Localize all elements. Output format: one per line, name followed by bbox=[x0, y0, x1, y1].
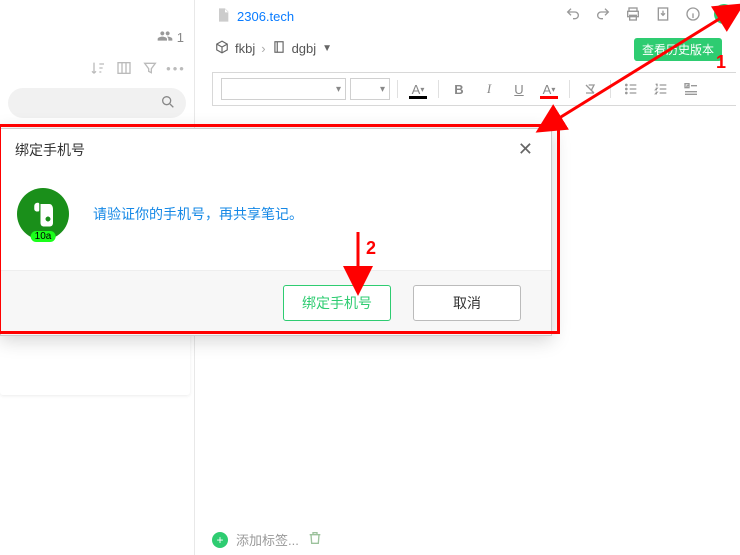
document-title-link[interactable]: 2306.tech bbox=[237, 9, 294, 24]
toolbar-divider bbox=[569, 80, 570, 98]
evernote-logo-icon: 10a bbox=[17, 188, 69, 240]
bullet-list-button[interactable] bbox=[618, 76, 644, 102]
view-history-button[interactable]: 查看历史版本 bbox=[634, 38, 722, 61]
cube-icon bbox=[215, 40, 229, 57]
italic-button[interactable]: I bbox=[476, 76, 502, 102]
tag-bar: + 添加标签... bbox=[212, 530, 323, 549]
trash-icon[interactable] bbox=[307, 530, 323, 549]
add-tag-label[interactable]: 添加标签... bbox=[236, 530, 299, 549]
font-color-button[interactable]: A▾ bbox=[405, 76, 431, 102]
undo-icon[interactable] bbox=[564, 5, 582, 23]
left-view-toolbar: ••• bbox=[90, 60, 184, 76]
breadcrumb-item-1[interactable]: fkbj bbox=[235, 41, 255, 56]
sort-icon[interactable] bbox=[90, 60, 106, 76]
search-icon bbox=[160, 94, 176, 113]
header-actions bbox=[564, 4, 734, 24]
toolbar-divider bbox=[397, 80, 398, 98]
people-icon bbox=[157, 28, 173, 47]
logo-badge: 10a bbox=[31, 231, 56, 242]
notebook-icon bbox=[272, 40, 286, 57]
breadcrumb: fkbj › dgbj ▼ bbox=[215, 40, 332, 57]
dialog-title: 绑定手机号 bbox=[15, 140, 85, 160]
share-count-row: 1 bbox=[157, 28, 184, 47]
underline-button[interactable]: U bbox=[506, 76, 532, 102]
dialog-header: 绑定手机号 ✕ bbox=[1, 129, 551, 166]
checklist-button[interactable] bbox=[678, 76, 704, 102]
add-tag-icon[interactable]: + bbox=[212, 532, 228, 548]
close-icon[interactable]: ✕ bbox=[514, 139, 537, 160]
dialog-message: 请验证你的手机号，再共享笔记。 bbox=[93, 204, 303, 224]
bind-phone-button[interactable]: 绑定手机号 bbox=[283, 285, 391, 321]
bind-phone-dialog: 绑定手机号 ✕ 10a 请验证你的手机号，再共享笔记。 绑定手机号 取消 bbox=[0, 128, 552, 336]
breadcrumb-separator: › bbox=[261, 41, 265, 56]
font-family-select[interactable]: ▾ bbox=[221, 78, 346, 100]
editor-toolbar: ▾ ▾ A▾ B I U A▾ bbox=[212, 72, 736, 106]
user-avatar-icon[interactable] bbox=[714, 4, 734, 24]
dialog-footer: 绑定手机号 取消 bbox=[1, 270, 551, 335]
toolbar-divider bbox=[438, 80, 439, 98]
clear-format-button[interactable] bbox=[577, 76, 603, 102]
export-icon[interactable] bbox=[654, 5, 672, 23]
layout-columns-icon[interactable] bbox=[116, 60, 132, 76]
font-size-select[interactable]: ▾ bbox=[350, 78, 390, 100]
redo-icon[interactable] bbox=[594, 5, 612, 23]
print-icon[interactable] bbox=[624, 5, 642, 23]
info-icon[interactable] bbox=[684, 5, 702, 23]
highlight-button[interactable]: A▾ bbox=[536, 76, 562, 102]
more-icon[interactable]: ••• bbox=[168, 60, 184, 76]
share-count-value: 1 bbox=[177, 30, 184, 45]
numbered-list-button[interactable] bbox=[648, 76, 674, 102]
document-icon bbox=[215, 7, 231, 26]
filter-icon[interactable] bbox=[142, 60, 158, 76]
breadcrumb-item-2[interactable]: dgbj bbox=[292, 41, 317, 56]
dialog-body: 10a 请验证你的手机号，再共享笔记。 bbox=[1, 166, 551, 270]
bold-button[interactable]: B bbox=[446, 76, 472, 102]
chevron-down-icon[interactable]: ▼ bbox=[322, 43, 332, 54]
search-input[interactable] bbox=[8, 88, 186, 118]
toolbar-divider bbox=[610, 80, 611, 98]
cancel-button[interactable]: 取消 bbox=[413, 285, 521, 321]
